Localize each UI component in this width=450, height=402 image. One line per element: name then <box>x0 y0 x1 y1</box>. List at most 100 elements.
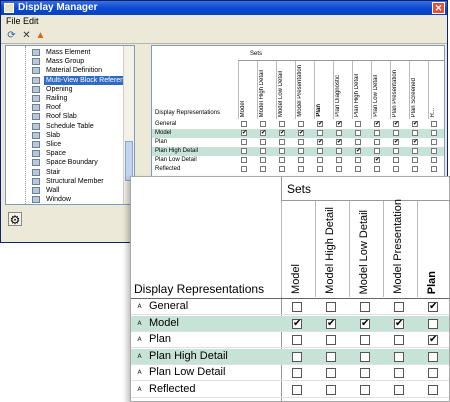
zoom-table-row[interactable]: ᴬ Plan High Detail <box>131 348 449 365</box>
small-table-row[interactable]: General ✔ ✔ ✔ ✔ ✔ <box>152 120 444 129</box>
small-table-row[interactable]: Plan ✔ ✔ ✔ ✔ <box>152 138 444 147</box>
checkbox[interactable] <box>279 166 285 172</box>
zoom-column-header[interactable]: Model High Detail <box>315 201 347 297</box>
checkbox[interactable]: ✔ <box>317 139 323 145</box>
checkbox[interactable] <box>298 157 304 163</box>
purge-icon[interactable]: ⟳ <box>6 30 17 41</box>
close-button[interactable]: ✕ <box>432 2 445 14</box>
zoom-table-row[interactable]: ᴬ Model ✔ ✔ ✔ ✔ <box>131 315 449 332</box>
small-column-header[interactable]: Plan Diagnostic <box>333 61 345 119</box>
small-table-row[interactable]: Model ✔ ✔ ✔ ✔ <box>152 129 444 138</box>
checkbox[interactable] <box>336 166 342 172</box>
checkbox[interactable] <box>431 139 437 145</box>
checkbox[interactable] <box>298 166 304 172</box>
checkbox[interactable] <box>336 148 342 154</box>
checkbox[interactable] <box>360 351 370 362</box>
checkbox[interactable] <box>393 157 399 163</box>
checkbox[interactable] <box>279 148 285 154</box>
delete-icon[interactable]: ✕ <box>21 30 32 41</box>
checkbox[interactable] <box>336 157 342 163</box>
checkbox[interactable] <box>298 148 304 154</box>
checkbox[interactable]: ✔ <box>412 139 418 145</box>
checkbox[interactable] <box>326 302 336 312</box>
checkbox[interactable] <box>241 148 247 154</box>
checkbox[interactable]: ✔ <box>428 335 438 345</box>
small-column-header[interactable]: R... <box>428 61 440 119</box>
small-column-header[interactable]: Model Presentation <box>295 61 307 119</box>
checkbox[interactable] <box>292 351 302 362</box>
small-column-header[interactable]: Model Low Detail <box>276 61 288 119</box>
checkbox[interactable] <box>279 157 285 163</box>
small-column-header[interactable]: Model High Detail <box>257 61 269 119</box>
checkbox[interactable] <box>326 335 336 345</box>
small-table-row[interactable]: Plan High Detail ✔ <box>152 147 444 156</box>
checkbox[interactable] <box>394 302 404 312</box>
checkbox[interactable] <box>317 166 323 172</box>
checkbox[interactable]: ✔ <box>394 318 404 329</box>
checkbox[interactable] <box>431 166 437 172</box>
checkbox[interactable] <box>394 384 404 395</box>
small-column-header[interactable]: Plan High Detail <box>352 61 364 119</box>
zoom-column-header[interactable]: Model Low Detail <box>349 201 381 297</box>
checkbox[interactable] <box>336 130 342 136</box>
checkbox[interactable]: ✔ <box>360 318 370 329</box>
zoom-column-header[interactable]: Plan <box>417 201 449 297</box>
checkbox[interactable] <box>260 139 266 145</box>
fire-icon[interactable]: ▲ <box>35 30 46 41</box>
checkbox[interactable]: ✔ <box>292 318 302 329</box>
small-column-header[interactable]: Model <box>238 61 250 119</box>
checkbox[interactable]: ✔ <box>428 302 438 312</box>
checkbox[interactable] <box>412 157 418 163</box>
checkbox[interactable]: ✔ <box>412 121 418 127</box>
checkbox[interactable] <box>360 384 370 395</box>
checkbox[interactable] <box>298 139 304 145</box>
checkbox[interactable] <box>360 368 370 378</box>
checkbox[interactable] <box>241 166 247 172</box>
checkbox[interactable] <box>298 121 304 127</box>
zoom-table-row[interactable]: ᴬ General ✔ <box>131 299 449 315</box>
checkbox[interactable]: ✔ <box>298 130 304 136</box>
checkbox[interactable]: ✔ <box>241 130 247 136</box>
zoom-table-row[interactable]: ᴬ Reflected <box>131 382 449 398</box>
checkbox[interactable] <box>292 384 302 395</box>
checkbox[interactable] <box>374 148 380 154</box>
checkbox[interactable]: ✔ <box>326 318 336 329</box>
checkbox[interactable] <box>241 121 247 127</box>
checkbox[interactable] <box>326 368 336 378</box>
checkbox[interactable] <box>241 139 247 145</box>
small-column-header[interactable]: Plan Screened <box>409 61 421 119</box>
checkbox[interactable] <box>374 139 380 145</box>
checkbox[interactable] <box>317 157 323 163</box>
checkbox[interactable] <box>431 148 437 154</box>
checkbox[interactable] <box>355 139 361 145</box>
checkbox[interactable] <box>241 157 247 163</box>
checkbox[interactable] <box>355 166 361 172</box>
checkbox[interactable]: ✔ <box>336 139 342 145</box>
checkbox[interactable] <box>412 166 418 172</box>
checkbox[interactable] <box>393 130 399 136</box>
checkbox[interactable] <box>360 302 370 312</box>
checkbox[interactable]: ✔ <box>260 130 266 136</box>
checkbox[interactable] <box>355 130 361 136</box>
checkbox[interactable] <box>260 121 266 127</box>
checkbox[interactable] <box>431 130 437 136</box>
zoom-table-row[interactable]: ᴬ Plan Low Detail <box>131 365 449 381</box>
checkbox[interactable] <box>393 148 399 154</box>
small-column-header[interactable]: Plan <box>314 61 326 119</box>
checkbox[interactable]: ✔ <box>279 130 285 136</box>
menu-file[interactable]: File <box>6 16 21 26</box>
checkbox[interactable] <box>355 157 361 163</box>
checkbox[interactable]: ✔ <box>374 121 380 127</box>
checkbox[interactable] <box>292 335 302 345</box>
checkbox[interactable] <box>412 130 418 136</box>
checkbox[interactable] <box>428 368 438 378</box>
small-table-row[interactable]: Reflected <box>152 165 444 174</box>
checkbox[interactable] <box>326 384 336 395</box>
menu-edit[interactable]: Edit <box>23 16 39 26</box>
checkbox[interactable]: ✔ <box>393 121 399 127</box>
checkbox[interactable] <box>412 148 418 154</box>
checkbox[interactable] <box>428 318 438 329</box>
checkbox[interactable] <box>292 368 302 378</box>
checkbox[interactable] <box>317 148 323 154</box>
zoom-table-row[interactable]: ᴬ Plan ✔ <box>131 332 449 348</box>
